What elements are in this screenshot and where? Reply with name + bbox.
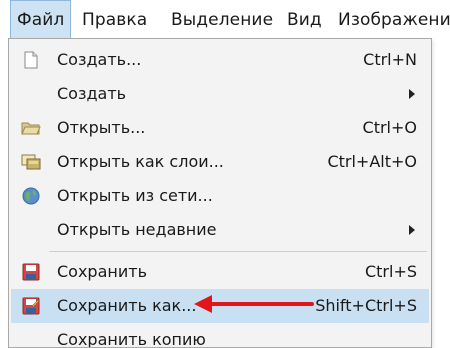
globe-icon xyxy=(21,187,41,205)
menu-item-open[interactable]: Открыть... Ctrl+O xyxy=(11,111,429,145)
menu-item-save-shortcut: Ctrl+S xyxy=(364,262,417,281)
menu-separator xyxy=(49,251,427,252)
menu-image-label: Изображени xyxy=(338,10,450,30)
save-as-icon xyxy=(21,297,41,315)
menu-item-save-copy-label: Сохранить копию xyxy=(57,330,206,348)
menu-item-save-copy[interactable]: Сохранить копию xyxy=(11,323,429,348)
menu-file-label: Файл xyxy=(17,10,65,30)
menu-item-open-as-layers-shortcut: Ctrl+Alt+O xyxy=(327,152,417,171)
menu-item-open-as-layers[interactable]: Открыть как слои... Ctrl+Alt+O xyxy=(11,145,429,179)
annotation-arrow-icon xyxy=(194,295,314,313)
menu-image[interactable]: Изображени xyxy=(332,0,450,40)
menu-item-open-recent[interactable]: Открыть недавние xyxy=(11,213,429,247)
menu-item-open-as-layers-label: Открыть как слои... xyxy=(57,152,224,171)
menu-item-new-shortcut: Ctrl+N xyxy=(363,50,417,69)
submenu-arrow-icon xyxy=(409,225,415,235)
open-as-layers-icon xyxy=(21,153,41,171)
menu-select-label: Выделение xyxy=(171,10,274,30)
menu-select[interactable]: Выделение xyxy=(165,0,279,40)
open-folder-icon xyxy=(21,119,41,137)
menu-item-open-recent-label: Открыть недавние xyxy=(57,220,217,239)
menu-item-new[interactable]: Создать... Ctrl+N xyxy=(11,43,429,77)
menu-item-open-label: Открыть... xyxy=(57,118,146,137)
menu-bar: Файл Правка Выделение Вид Изображени xyxy=(0,0,450,40)
menu-item-save[interactable]: Сохранить Ctrl+S xyxy=(11,255,429,289)
menu-edit-label: Правка xyxy=(82,10,148,30)
menu-item-create[interactable]: Создать xyxy=(11,77,429,111)
menu-item-open-location[interactable]: Открыть из сети... xyxy=(11,179,429,213)
new-document-icon xyxy=(21,51,41,69)
menu-item-create-label: Создать xyxy=(57,84,127,103)
menu-item-new-label: Создать... xyxy=(57,50,142,69)
menu-item-save-label: Сохранить xyxy=(57,262,147,281)
menu-item-save-as-shortcut: Shift+Ctrl+S xyxy=(315,296,417,315)
menu-file[interactable]: Файл xyxy=(10,0,72,40)
menu-edit[interactable]: Правка xyxy=(76,0,153,40)
menu-item-open-shortcut: Ctrl+O xyxy=(362,118,417,137)
menu-view-label: Вид xyxy=(287,10,322,30)
submenu-arrow-icon xyxy=(409,89,415,99)
menu-item-open-location-label: Открыть из сети... xyxy=(57,186,213,205)
save-icon xyxy=(21,263,41,281)
menu-item-save-as-label: Сохранить как... xyxy=(57,296,197,315)
menu-view[interactable]: Вид xyxy=(281,0,328,40)
